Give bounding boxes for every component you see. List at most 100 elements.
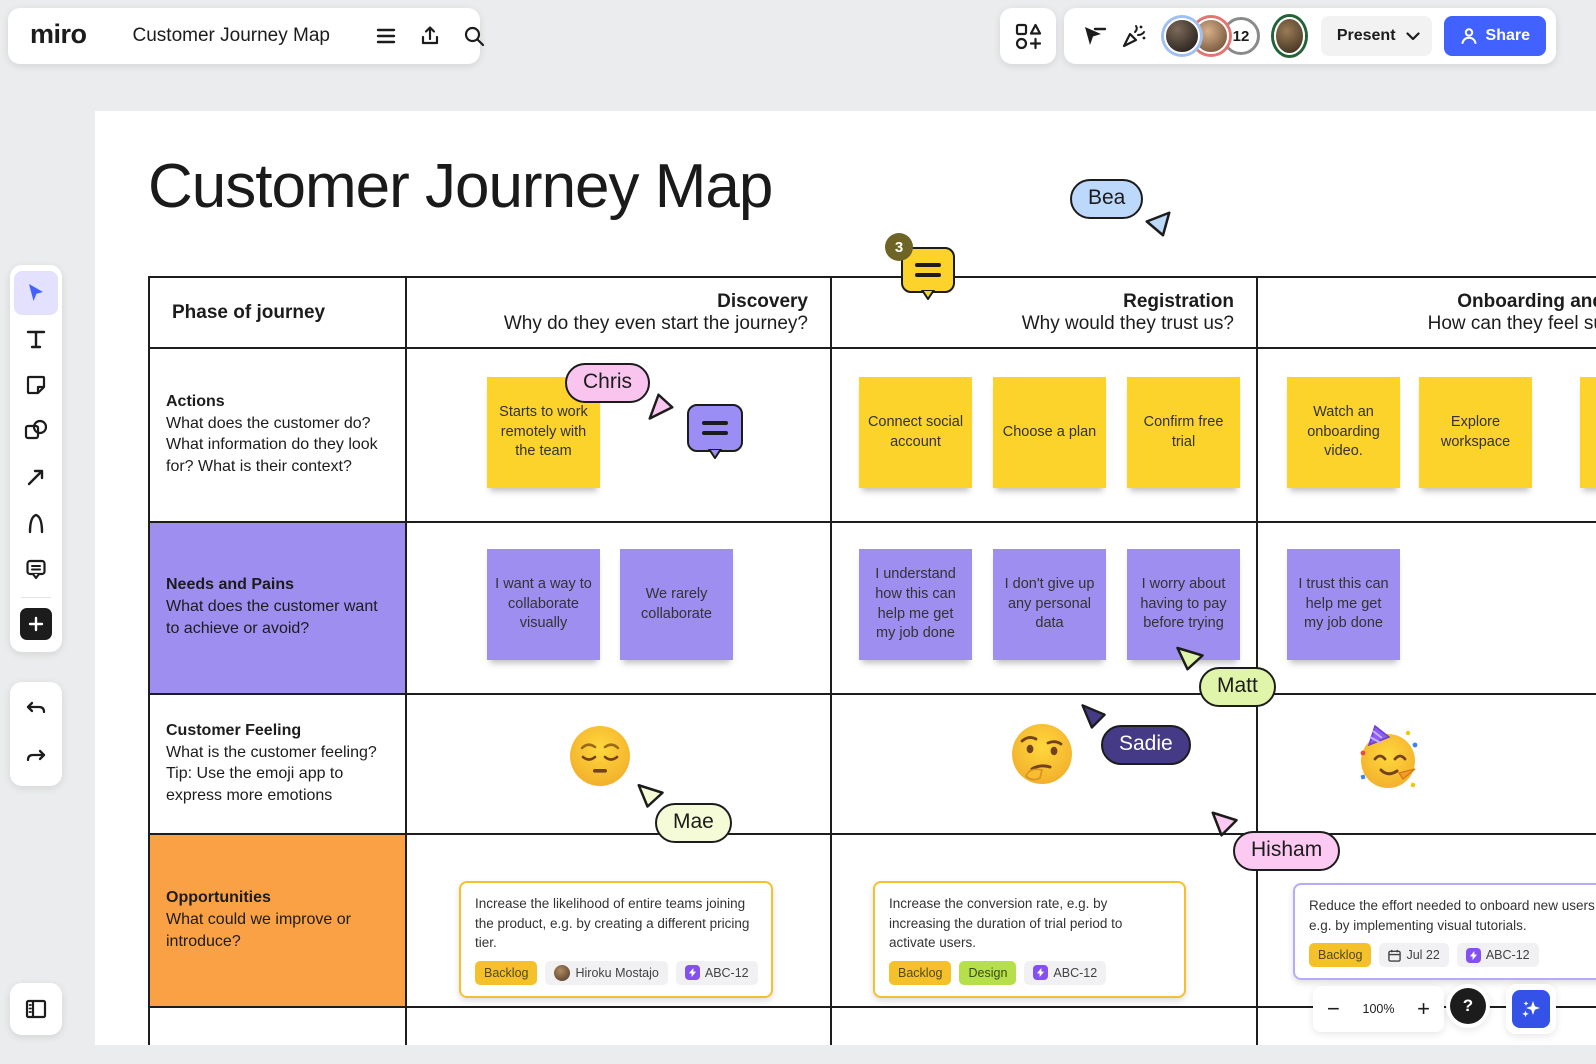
sticky-note[interactable]: Connect social account bbox=[859, 377, 972, 488]
sticky-note[interactable]: Watch an onboarding video. bbox=[1287, 377, 1400, 488]
help-button[interactable]: ? bbox=[1450, 988, 1486, 1024]
ticket-chip[interactable]: ABC-12 bbox=[1456, 943, 1539, 968]
comment-count-badge: 3 bbox=[885, 233, 913, 261]
avatar-current-user[interactable] bbox=[1274, 17, 1305, 55]
cursor-pointer-bea bbox=[1145, 211, 1171, 237]
shapes-tool[interactable] bbox=[14, 409, 58, 453]
opportunity-card[interactable]: Increase the conversion rate, e.g. by in… bbox=[873, 881, 1186, 998]
sticky-note[interactable]: I trust this can help me get my job done bbox=[1287, 549, 1400, 660]
redo-button[interactable] bbox=[14, 736, 58, 780]
quick-add-shapes-button[interactable] bbox=[1000, 8, 1056, 64]
export-icon bbox=[421, 26, 439, 45]
collaborator-cursor-chris: Chris bbox=[565, 363, 651, 403]
board-title[interactable]: Customer Journey Map bbox=[121, 25, 342, 47]
sticky-note[interactable]: I understand how this can help me get my… bbox=[859, 549, 972, 660]
sticky-note-tool[interactable] bbox=[14, 363, 58, 407]
ticket-chip[interactable]: ABC-12 bbox=[675, 960, 758, 985]
status-chip-backlog[interactable]: Backlog bbox=[475, 960, 538, 985]
ai-assist-button[interactable] bbox=[1512, 990, 1550, 1028]
board-canvas[interactable]: Customer Journey Map Phase of journey Di… bbox=[95, 111, 1596, 1045]
sticky-note[interactable]: We rarely collaborate bbox=[620, 549, 733, 660]
sticky-note[interactable]: Confirm free trial bbox=[1127, 377, 1240, 488]
row-label-opportunities: Opportunities What could we improve or in… bbox=[150, 835, 407, 1008]
comment-marker-icon[interactable] bbox=[687, 404, 743, 459]
row-label-actions: Actions What does the customer do? What i… bbox=[150, 349, 407, 523]
partying-face-emoji[interactable] bbox=[1353, 723, 1423, 793]
ticket-chip[interactable]: ABC-12 bbox=[1024, 960, 1107, 985]
hide-cursors-button[interactable] bbox=[1074, 16, 1114, 56]
pensive-face-emoji[interactable] bbox=[568, 724, 632, 788]
reactions-button[interactable] bbox=[1114, 16, 1154, 56]
export-button[interactable] bbox=[410, 16, 450, 56]
help-button-wrap: ? bbox=[1446, 984, 1490, 1028]
pen-tool[interactable] bbox=[14, 501, 58, 545]
confetti-icon bbox=[1122, 25, 1146, 48]
collaborator-cursor-sadie: Sadie bbox=[1101, 725, 1191, 765]
search-button[interactable] bbox=[454, 16, 494, 56]
plus-icon bbox=[28, 616, 44, 632]
frames-panel-icon bbox=[25, 999, 47, 1019]
frames-panel-button[interactable] bbox=[10, 983, 62, 1035]
jira-icon bbox=[1033, 965, 1049, 981]
sticky-note[interactable]: Choose a plan bbox=[993, 377, 1106, 488]
cursor-pointer-mae bbox=[637, 784, 664, 808]
sticky-note-icon bbox=[26, 375, 46, 395]
undo-icon bbox=[26, 701, 46, 714]
due-date-chip[interactable]: Jul 22 bbox=[1379, 943, 1449, 968]
board-heading: Customer Journey Map bbox=[148, 152, 773, 221]
row-label-extra bbox=[150, 1008, 407, 1045]
status-chip-design[interactable]: Design bbox=[959, 960, 1017, 985]
zoom-toolbar: − 100% + bbox=[1313, 986, 1444, 1032]
pen-icon bbox=[28, 513, 44, 534]
thinking-face-emoji[interactable] bbox=[1008, 721, 1076, 789]
main-menu-button[interactable] bbox=[366, 16, 406, 56]
sticky-note[interactable]: I want a way to collaborate visually bbox=[487, 549, 600, 660]
status-chip-backlog[interactable]: Backlog bbox=[1309, 943, 1372, 968]
calendar-icon bbox=[1388, 949, 1402, 962]
cursor-toggle-icon bbox=[1085, 27, 1107, 45]
select-tool[interactable] bbox=[14, 271, 58, 315]
jira-icon bbox=[1465, 947, 1481, 963]
sticky-note-partial[interactable] bbox=[1580, 377, 1596, 488]
collaborator-cursor-matt: Matt bbox=[1199, 667, 1276, 707]
avatar bbox=[554, 964, 571, 981]
shapes-icon bbox=[24, 419, 48, 440]
comment-tool[interactable] bbox=[14, 547, 58, 591]
zoom-out-button[interactable]: − bbox=[1327, 998, 1340, 1020]
collaborator-avatars[interactable]: 12 bbox=[1164, 17, 1260, 55]
collaborator-cursor-bea: Bea bbox=[1070, 179, 1144, 219]
text-tool[interactable] bbox=[14, 317, 58, 361]
header-onboarding: Onboarding and How can they feel su bbox=[1258, 278, 1596, 349]
opportunity-card[interactable]: Increase the likelihood of entire teams … bbox=[459, 881, 773, 998]
cursor-pointer-hisham bbox=[1211, 811, 1238, 837]
sticky-note[interactable]: I don't give up any personal data bbox=[993, 549, 1106, 660]
app-toolbar: miro Customer Journey Map bbox=[8, 8, 485, 64]
opportunity-card[interactable]: Reduce the effort needed to onboard new … bbox=[1293, 883, 1596, 981]
avatar[interactable] bbox=[1164, 18, 1200, 54]
present-button[interactable]: Present bbox=[1320, 16, 1432, 56]
cursor-pointer-chris bbox=[648, 393, 674, 420]
status-chip-backlog[interactable]: Backlog bbox=[889, 960, 952, 985]
ai-assist-wrap bbox=[1506, 984, 1556, 1034]
chevron-down-icon bbox=[1405, 31, 1420, 40]
zoom-level[interactable]: 100% bbox=[1363, 1002, 1395, 1016]
miro-logo[interactable]: miro bbox=[22, 19, 97, 54]
divider bbox=[21, 597, 51, 598]
history-toolbar bbox=[10, 682, 62, 786]
undo-button[interactable] bbox=[14, 688, 58, 732]
connector-tool[interactable] bbox=[14, 455, 58, 499]
row-label-needs-and-pains: Needs and Pains What does the customer wa… bbox=[150, 523, 407, 695]
share-button[interactable]: Share bbox=[1443, 16, 1546, 56]
collaborator-cursor-mae: Mae bbox=[655, 803, 732, 843]
cursor-pointer-matt bbox=[1176, 646, 1204, 671]
zoom-in-button[interactable]: + bbox=[1417, 998, 1430, 1020]
person-icon bbox=[1461, 28, 1477, 44]
collaboration-toolbar: 12 Present Share bbox=[1064, 8, 1556, 64]
header-phase-of-journey: Phase of journey bbox=[150, 278, 407, 349]
assignee-chip[interactable]: Hiroku Mostajo bbox=[545, 960, 668, 985]
sticky-note[interactable]: Explore workspace bbox=[1419, 377, 1532, 488]
more-tools-button[interactable] bbox=[20, 608, 52, 640]
row-label-customer-feeling: Customer Feeling What is the customer fee… bbox=[150, 695, 407, 835]
creation-toolbar bbox=[10, 265, 62, 652]
cursor-pointer-sadie bbox=[1081, 704, 1106, 729]
